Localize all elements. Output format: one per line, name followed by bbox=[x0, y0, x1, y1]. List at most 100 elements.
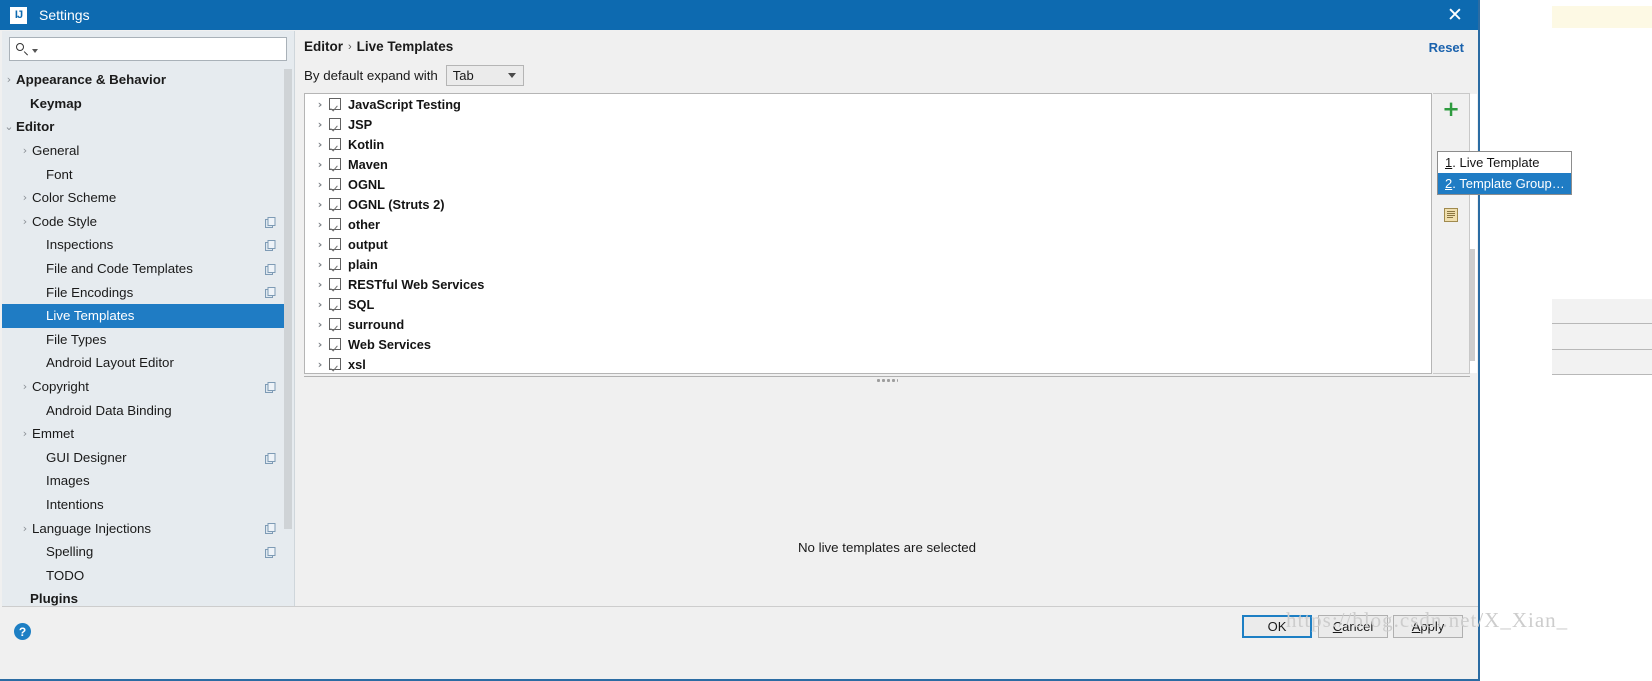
template-group-checkbox[interactable] bbox=[329, 118, 341, 130]
template-group-checkbox[interactable] bbox=[329, 158, 341, 170]
sidebar-item-font[interactable]: Font bbox=[2, 162, 286, 186]
chevron-right-icon[interactable]: › bbox=[311, 238, 329, 251]
chevron-right-icon[interactable]: › bbox=[18, 522, 32, 535]
sidebar-item-editor[interactable]: ⌄ Editor bbox=[2, 115, 286, 139]
add-menu-item[interactable]: 2. Template Group… bbox=[1438, 173, 1571, 194]
dialog-footer: ? OK Cancel Apply bbox=[2, 606, 1478, 679]
copy-template-icon[interactable] bbox=[1443, 207, 1459, 223]
chevron-right-icon[interactable]: › bbox=[18, 215, 32, 228]
sidebar-item-spelling[interactable]: Spelling bbox=[2, 540, 286, 564]
chevron-right-icon[interactable]: › bbox=[311, 358, 329, 371]
chevron-right-icon[interactable]: › bbox=[311, 158, 329, 171]
sidebar-item-plugins[interactable]: Plugins bbox=[2, 587, 286, 606]
template-group-checkbox[interactable] bbox=[329, 178, 341, 190]
sidebar-item-color-scheme[interactable]: › Color Scheme bbox=[2, 186, 286, 210]
sidebar-item-images[interactable]: Images bbox=[2, 469, 286, 493]
template-group-row[interactable]: › output bbox=[305, 234, 1431, 254]
template-group-checkbox[interactable] bbox=[329, 298, 341, 310]
chevron-right-icon[interactable]: › bbox=[311, 258, 329, 271]
sidebar-item-code-style[interactable]: › Code Style bbox=[2, 210, 286, 234]
expand-with-row: By default expand with Tab bbox=[304, 65, 524, 86]
template-group-row[interactable]: › OGNL bbox=[305, 174, 1431, 194]
sidebar-item-intentions[interactable]: Intentions bbox=[2, 493, 286, 517]
template-group-checkbox[interactable] bbox=[329, 238, 341, 250]
sidebar-item-keymap[interactable]: Keymap bbox=[2, 92, 286, 116]
template-group-checkbox[interactable] bbox=[329, 258, 341, 270]
template-groups-list[interactable]: › JavaScript Testing › JSP › Kotlin › Maven › OGN… bbox=[304, 93, 1432, 374]
template-group-checkbox[interactable] bbox=[329, 98, 341, 110]
sidebar-item-language-injections[interactable]: › Language Injections bbox=[2, 516, 286, 540]
chevron-right-icon[interactable]: › bbox=[311, 138, 329, 151]
caret-down-icon[interactable] bbox=[32, 49, 38, 53]
sidebar-item-file-encodings[interactable]: File Encodings bbox=[2, 280, 286, 304]
sidebar-item-android-layout-editor[interactable]: Android Layout Editor bbox=[2, 351, 286, 375]
help-icon[interactable]: ? bbox=[14, 623, 31, 640]
chevron-right-icon[interactable]: › bbox=[18, 191, 32, 204]
add-menu-item-number: 1 bbox=[1445, 155, 1453, 170]
sidebar-item-android-data-binding[interactable]: Android Data Binding bbox=[2, 398, 286, 422]
breadcrumb-parent[interactable]: Editor bbox=[304, 39, 343, 54]
chevron-right-icon[interactable]: › bbox=[311, 298, 329, 311]
template-group-label: output bbox=[348, 236, 388, 252]
splitter-dots-icon bbox=[876, 377, 898, 383]
chevron-right-icon[interactable]: › bbox=[2, 73, 16, 86]
add-template-menu[interactable]: 1. Live Template 2. Template Group… bbox=[1437, 151, 1572, 195]
splitter-grip[interactable] bbox=[304, 376, 1470, 384]
reset-link[interactable]: Reset bbox=[1429, 40, 1464, 55]
chevron-right-icon[interactable]: › bbox=[311, 338, 329, 351]
template-group-checkbox[interactable] bbox=[329, 198, 341, 210]
plus-icon[interactable]: + bbox=[1433, 94, 1469, 124]
chevron-right-icon[interactable]: › bbox=[18, 380, 32, 393]
template-group-checkbox[interactable] bbox=[329, 358, 341, 370]
chevron-right-icon[interactable]: › bbox=[311, 318, 329, 331]
sidebar-item-file-and-code-templates[interactable]: File and Code Templates bbox=[2, 257, 286, 281]
expand-with-select[interactable]: Tab bbox=[445, 65, 524, 86]
template-group-row[interactable]: › JavaScript Testing bbox=[305, 94, 1431, 114]
search-input[interactable] bbox=[41, 40, 286, 58]
template-group-row[interactable]: › SQL bbox=[305, 294, 1431, 314]
template-group-row[interactable]: › Kotlin bbox=[305, 134, 1431, 154]
chevron-right-icon[interactable]: › bbox=[311, 98, 329, 111]
sidebar-item-emmet[interactable]: › Emmet bbox=[2, 422, 286, 446]
template-group-checkbox[interactable] bbox=[329, 138, 341, 150]
sidebar-item-general[interactable]: › General bbox=[2, 139, 286, 163]
template-group-row[interactable]: › RESTful Web Services bbox=[305, 274, 1431, 294]
template-group-checkbox[interactable] bbox=[329, 338, 341, 350]
chevron-down-icon[interactable]: ⌄ bbox=[2, 120, 16, 133]
search-box[interactable] bbox=[9, 37, 287, 61]
sidebar-item-copyright[interactable]: › Copyright bbox=[2, 375, 286, 399]
template-group-row[interactable]: › OGNL (Struts 2) bbox=[305, 194, 1431, 214]
add-menu-item[interactable]: 1. Live Template bbox=[1438, 152, 1571, 173]
sidebar-item-label: Font bbox=[46, 166, 73, 182]
template-group-checkbox[interactable] bbox=[329, 278, 341, 290]
sidebar-item-appearance-behavior[interactable]: › Appearance & Behavior bbox=[2, 68, 286, 92]
template-group-checkbox[interactable] bbox=[329, 318, 341, 330]
sidebar-item-inspections[interactable]: Inspections bbox=[2, 233, 286, 257]
template-group-row[interactable]: › surround bbox=[305, 314, 1431, 334]
sidebar-item-live-templates[interactable]: Live Templates bbox=[2, 303, 286, 328]
chevron-right-icon[interactable]: › bbox=[18, 144, 32, 157]
sidebar-item-todo[interactable]: TODO bbox=[2, 563, 286, 587]
sidebar-scrollbar[interactable] bbox=[284, 69, 292, 529]
intellij-idea-logo-icon: IJ bbox=[10, 6, 27, 24]
template-group-row[interactable]: › plain bbox=[305, 254, 1431, 274]
chevron-right-icon[interactable]: › bbox=[311, 278, 329, 291]
template-group-row[interactable]: › xsl bbox=[305, 354, 1431, 373]
template-group-checkbox[interactable] bbox=[329, 218, 341, 230]
sidebar-item-file-types[interactable]: File Types bbox=[2, 328, 286, 352]
template-group-row[interactable]: › JSP bbox=[305, 114, 1431, 134]
template-group-row[interactable]: › Maven bbox=[305, 154, 1431, 174]
template-group-row[interactable]: › Web Services bbox=[305, 334, 1431, 354]
chevron-right-icon[interactable]: › bbox=[311, 218, 329, 231]
chevron-right-icon[interactable]: › bbox=[311, 198, 329, 211]
search-icon bbox=[15, 41, 31, 57]
template-group-row[interactable]: › other bbox=[305, 214, 1431, 234]
chevron-right-icon[interactable]: › bbox=[311, 118, 329, 131]
project-scope-icon bbox=[265, 263, 276, 275]
close-icon[interactable]: ✕ bbox=[1432, 0, 1478, 30]
sidebar-item-label: General bbox=[32, 143, 80, 159]
sidebar-item-gui-designer[interactable]: GUI Designer bbox=[2, 446, 286, 470]
chevron-right-icon[interactable]: › bbox=[18, 427, 32, 440]
chevron-right-icon[interactable]: › bbox=[311, 178, 329, 191]
settings-category-tree[interactable]: › Appearance & Behavior Keymap ⌄ Editor › Gene… bbox=[2, 68, 286, 606]
